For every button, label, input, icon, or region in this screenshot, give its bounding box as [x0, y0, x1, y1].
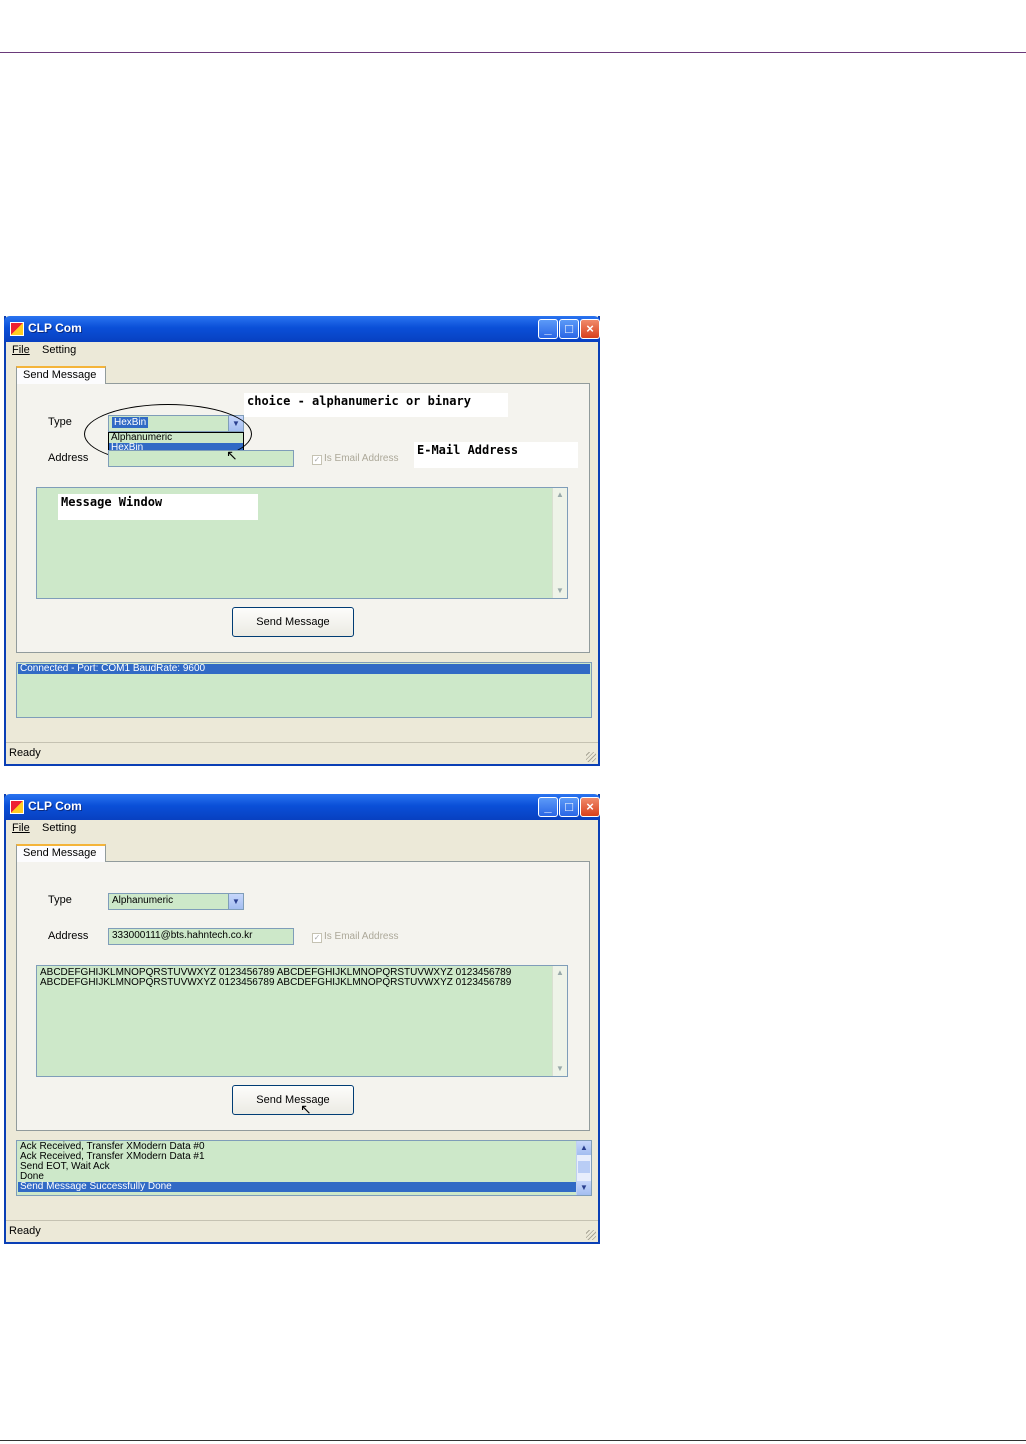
scroll-thumb[interactable]	[578, 1161, 590, 1173]
log-line[interactable]: Connected - Port: COM1 BaudRate: 9600	[18, 664, 590, 674]
chevron-down-icon[interactable]: ▼	[228, 894, 243, 909]
status-bar: Ready	[6, 1220, 598, 1242]
scroll-down-icon[interactable]: ▼	[577, 1181, 591, 1195]
minimize-icon[interactable]: _	[538, 797, 558, 817]
email-checkbox[interactable]: ✓	[312, 933, 322, 943]
message-scrollbar[interactable]: ▲ ▼	[552, 488, 567, 598]
app-icon	[10, 322, 24, 336]
title-bar[interactable]: CLP Com _ □ ×	[4, 794, 600, 820]
address-input[interactable]: 333000111@bts.hahntech.co.kr	[108, 928, 294, 945]
type-select[interactable]: Alphanumeric ▼	[108, 893, 244, 910]
scroll-up-icon[interactable]: ▲	[553, 488, 567, 502]
mouse-pointer-icon: ↖	[226, 447, 238, 463]
message-textarea[interactable]: ABCDEFGHIJKLMNOPQRSTUVWXYZ 0123456789 AB…	[36, 965, 568, 1077]
send-message-button[interactable]: Send Message	[232, 1085, 354, 1115]
menu-file[interactable]: File	[12, 344, 30, 356]
email-checkbox-label: Is Email Address	[324, 453, 399, 464]
type-label: Type	[48, 894, 72, 906]
menu-setting[interactable]: Setting	[42, 822, 76, 834]
email-checkbox[interactable]: ✓	[312, 455, 322, 465]
scroll-up-icon[interactable]: ▲	[553, 966, 567, 980]
minimize-icon[interactable]: _	[538, 319, 558, 339]
status-bar: Ready	[6, 742, 598, 764]
address-label: Address	[48, 452, 89, 464]
window-title: CLP Com	[28, 799, 82, 813]
clp-com-window-sent: CLP Com _ □ × File Setting Send Message …	[4, 794, 600, 1244]
menu-bar: File Setting	[6, 342, 598, 360]
maximize-icon[interactable]: □	[559, 797, 579, 817]
menu-bar: File Setting	[6, 820, 598, 838]
maximize-icon[interactable]: □	[559, 319, 579, 339]
scroll-down-icon[interactable]: ▼	[553, 1062, 567, 1076]
address-input[interactable]	[108, 450, 294, 467]
type-label: Type	[48, 416, 72, 428]
menu-setting[interactable]: Setting	[42, 344, 76, 356]
send-message-button[interactable]: Send Message	[232, 607, 354, 637]
status-text: Ready	[9, 1225, 41, 1237]
annotation-message-window: Message Window	[58, 494, 258, 520]
annotation-choice: choice - alphanumeric or binary	[244, 393, 508, 417]
clp-com-window-type-selection: CLP Com _ □ × File Setting Send Message …	[4, 316, 600, 766]
log-line[interactable]: Send Message Successfully Done	[18, 1182, 590, 1192]
log-list[interactable]: Ack Received, Transfer XModern Data #0 A…	[16, 1140, 592, 1196]
status-text: Ready	[9, 747, 41, 759]
scroll-up-icon[interactable]: ▲	[577, 1141, 591, 1155]
app-icon	[10, 800, 24, 814]
log-scrollbar[interactable]: ▲ ▼	[576, 1141, 591, 1195]
tab-send-message[interactable]: Send Message	[16, 366, 106, 384]
message-scrollbar[interactable]: ▲ ▼	[552, 966, 567, 1076]
type-select-value: Alphanumeric	[112, 895, 174, 906]
mouse-pointer-icon: ↖	[300, 1101, 312, 1117]
tab-send-message[interactable]: Send Message	[16, 844, 106, 862]
close-icon[interactable]: ×	[580, 319, 600, 339]
email-checkbox-label: Is Email Address	[324, 931, 399, 942]
log-line[interactable]: Send EOT, Wait Ack	[18, 1162, 590, 1172]
resize-grip-icon[interactable]	[586, 1230, 596, 1240]
message-line: ABCDEFGHIJKLMNOPQRSTUVWXYZ 0123456789 AB…	[40, 977, 512, 988]
window-title: CLP Com	[28, 321, 82, 335]
log-list[interactable]: Connected - Port: COM1 BaudRate: 9600	[16, 662, 592, 718]
scroll-down-icon[interactable]: ▼	[553, 584, 567, 598]
close-icon[interactable]: ×	[580, 797, 600, 817]
page-footer-rule	[0, 1440, 1026, 1441]
menu-file[interactable]: File	[12, 822, 30, 834]
annotation-email: E-Mail Address	[414, 442, 578, 468]
resize-grip-icon[interactable]	[586, 752, 596, 762]
page-header-rule	[0, 52, 1026, 53]
title-bar[interactable]: CLP Com _ □ ×	[4, 316, 600, 342]
address-label: Address	[48, 930, 89, 942]
